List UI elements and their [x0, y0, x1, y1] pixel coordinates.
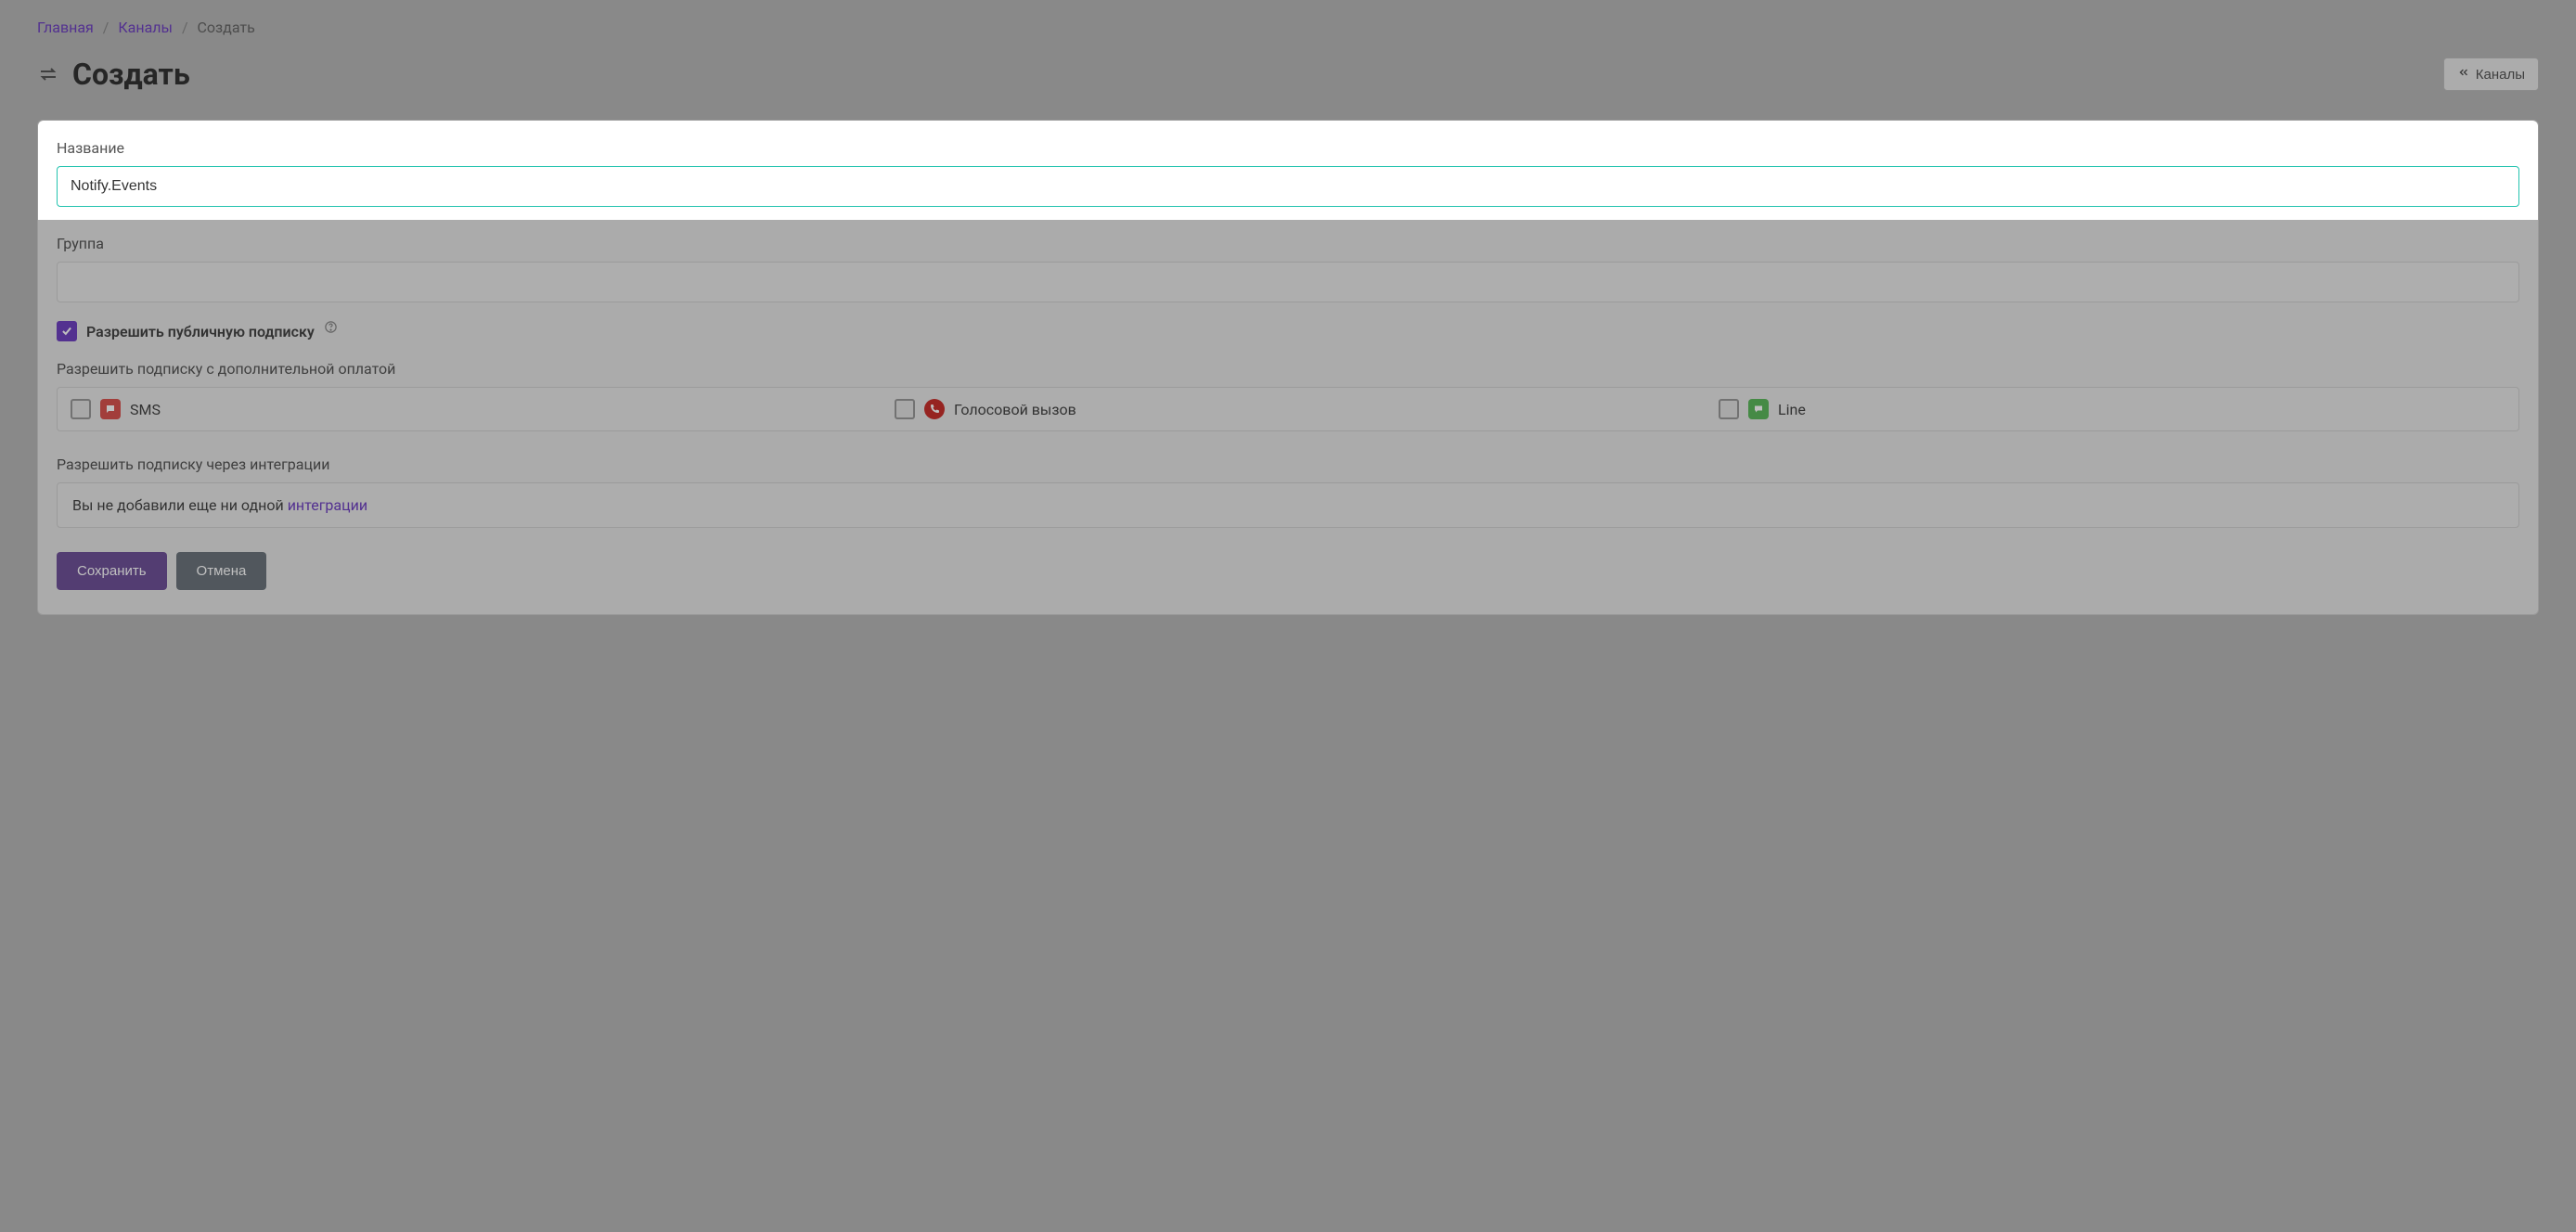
breadcrumb-home[interactable]: Главная	[37, 19, 94, 36]
chevron-double-left-icon	[2457, 66, 2470, 83]
help-icon[interactable]	[324, 320, 338, 334]
group-input[interactable]	[57, 262, 2519, 302]
name-label: Название	[57, 139, 2519, 157]
integrations-label: Разрешить подписку через интеграции	[57, 456, 2519, 473]
cancel-button[interactable]: Отмена	[176, 552, 267, 590]
sms-icon	[100, 399, 121, 419]
sms-checkbox[interactable]	[71, 399, 91, 419]
public-subscription-label: Разрешить публичную подписку	[86, 323, 315, 340]
group-section: Группа	[57, 235, 2519, 302]
transfer-icon	[37, 63, 59, 85]
back-channels-label: Каналы	[2476, 67, 2525, 83]
voice-label: Голосовой вызов	[954, 401, 1076, 418]
paid-option-voice: Голосовой вызов	[895, 399, 1681, 419]
breadcrumb-sep: /	[182, 19, 188, 36]
line-checkbox[interactable]	[1719, 399, 1739, 419]
breadcrumb-current: Создать	[198, 19, 255, 36]
line-label: Line	[1778, 401, 1806, 418]
integrations-box: Вы не добавили еще ни одной интеграции	[57, 482, 2519, 528]
paid-option-line: Line	[1719, 399, 2505, 419]
paid-option-sms: SMS	[71, 399, 857, 419]
sms-label: SMS	[130, 401, 161, 418]
name-input[interactable]	[57, 166, 2519, 207]
back-channels-button[interactable]: Каналы	[2443, 58, 2539, 91]
save-button[interactable]: Сохранить	[57, 552, 167, 590]
line-icon	[1748, 399, 1769, 419]
form-actions: Сохранить Отмена	[57, 552, 2519, 590]
integrations-empty-text: Вы не добавили еще ни одной	[72, 496, 288, 514]
name-section: Название	[38, 121, 2538, 220]
paid-options-box: SMS Голосовой вызов Line	[57, 387, 2519, 431]
group-label: Группа	[57, 235, 2519, 252]
form-card: Название Группа Разрешить публичную подп…	[37, 120, 2539, 615]
heading-row: Создать Каналы	[37, 57, 2539, 92]
phone-icon	[924, 399, 945, 419]
breadcrumb-sep: /	[103, 19, 109, 36]
public-subscription-checkbox[interactable]	[57, 321, 77, 341]
public-subscription-row: Разрешить публичную подписку	[57, 321, 2519, 341]
paid-subscription-label: Разрешить подписку с дополнительной опла…	[57, 360, 2519, 378]
breadcrumb: Главная / Каналы / Создать	[37, 19, 2539, 36]
page-container: Главная / Каналы / Создать Создать Канал…	[0, 0, 2576, 671]
integrations-link[interactable]: интеграции	[288, 496, 367, 514]
page-title: Создать	[72, 57, 190, 92]
heading-left: Создать	[37, 57, 190, 92]
breadcrumb-channels[interactable]: Каналы	[118, 19, 173, 36]
voice-checkbox[interactable]	[895, 399, 915, 419]
